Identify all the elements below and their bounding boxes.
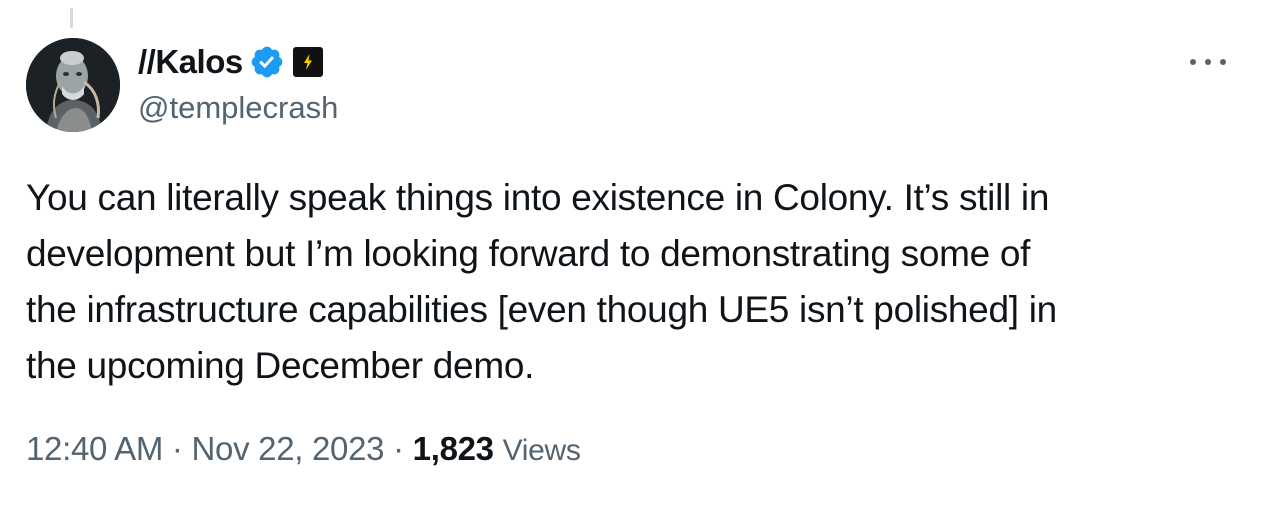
name-row: //Kalos: [138, 40, 338, 84]
author-handle[interactable]: @templecrash: [138, 90, 338, 126]
tweet-meta: 12:40 AM · Nov 22, 2023 · 1,823 Views: [26, 430, 581, 468]
views-count: 1,823: [412, 430, 494, 467]
avatar[interactable]: [26, 38, 120, 132]
tweet-header: //Kalos @templecrash: [138, 40, 338, 126]
more-dot: [1220, 59, 1226, 65]
tweet-date[interactable]: Nov 22, 2023: [191, 430, 384, 467]
tweet-text: You can literally speak things into exis…: [26, 170, 1246, 394]
meta-separator: ·: [393, 430, 404, 467]
thread-connector-line: [70, 8, 73, 28]
author-display-name[interactable]: //Kalos: [138, 43, 243, 81]
more-dot: [1190, 59, 1196, 65]
tweet-text-line: the upcoming December demo.: [26, 345, 535, 386]
tweet-text-line: development but I’m looking forward to d…: [26, 233, 1031, 274]
lightning-bolt-icon[interactable]: [292, 47, 323, 77]
avatar-portrait: [26, 38, 120, 132]
verified-badge-icon[interactable]: [249, 44, 285, 80]
tweet-text-line: You can literally speak things into exis…: [26, 177, 1050, 218]
tweet-text-line: the infrastructure capabilities [even th…: [26, 289, 1057, 330]
more-horizontal-icon[interactable]: [1188, 50, 1228, 74]
tweet-time[interactable]: 12:40 AM: [26, 430, 163, 467]
meta-separator: ·: [171, 430, 183, 467]
more-dot: [1205, 59, 1211, 65]
views-label: Views: [502, 434, 581, 467]
